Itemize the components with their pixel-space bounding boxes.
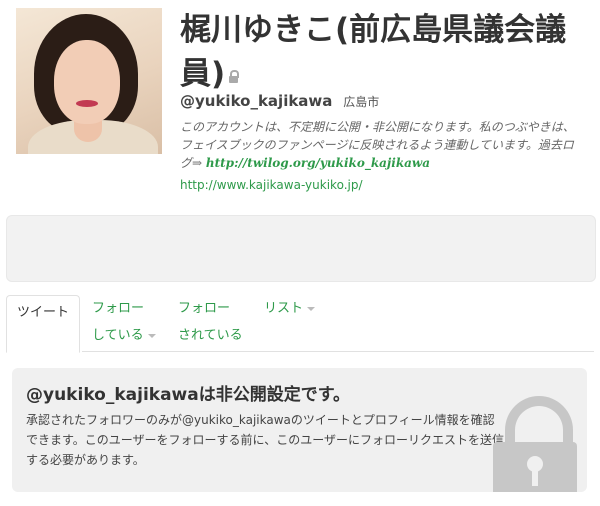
protected-notice: @yukiko_kajikawaは非公開設定です。 承認されたフォロワーのみが@… — [12, 368, 587, 492]
profile-tabs: ツイート フォロー している フォロー されている リスト — [6, 295, 594, 355]
tab-followers[interactable]: フォロー されている — [178, 295, 243, 349]
profile-bio: このアカウントは、不定期に公開・非公開になります。私のつぶやきは、フェイスブック… — [180, 118, 580, 172]
twilog-link[interactable]: http://twilog.org/yukiko_kajikawa — [206, 156, 430, 170]
handle-row: @yukiko_kajikawa 広島市 — [180, 92, 379, 110]
padlock-keyslot — [532, 468, 538, 486]
tab-followers-label-2: されている — [178, 328, 243, 343]
tab-lists-label: リスト — [264, 301, 304, 316]
tabs-divider — [82, 351, 594, 352]
avatar-face — [54, 40, 120, 124]
tab-following-label-1: フォロー — [92, 301, 145, 316]
profile-name: 梶川ゆきこ(前広島県議会議員) — [180, 8, 585, 96]
tab-followers-label-1: フォロー — [178, 301, 231, 316]
profile-handle: @yukiko_kajikawa — [180, 92, 333, 110]
tab-tweets[interactable]: ツイート — [6, 295, 80, 353]
tab-lists[interactable]: リスト — [264, 295, 316, 322]
notice-title: @yukiko_kajikawaは非公開設定です。 — [26, 385, 351, 405]
tab-following[interactable]: フォロー している — [92, 295, 156, 349]
chevron-down-icon — [147, 333, 156, 338]
avatar-lips — [76, 100, 98, 107]
profile-avatar — [16, 8, 162, 154]
padlock-icon — [493, 396, 577, 492]
tab-following-label-2: している — [92, 328, 144, 343]
profile-stats-bar — [6, 215, 596, 282]
notice-body: 承認されたフォロワーのみが@yukiko_kajikawaのツイートとプロフィー… — [26, 413, 504, 467]
profile-location: 広島市 — [343, 95, 380, 109]
website-link[interactable]: http://www.kajikawa-yukiko.jp/ — [180, 178, 363, 192]
lock-icon — [229, 70, 240, 83]
chevron-down-icon — [307, 306, 316, 311]
tab-tweets-label: ツイート — [16, 305, 69, 320]
